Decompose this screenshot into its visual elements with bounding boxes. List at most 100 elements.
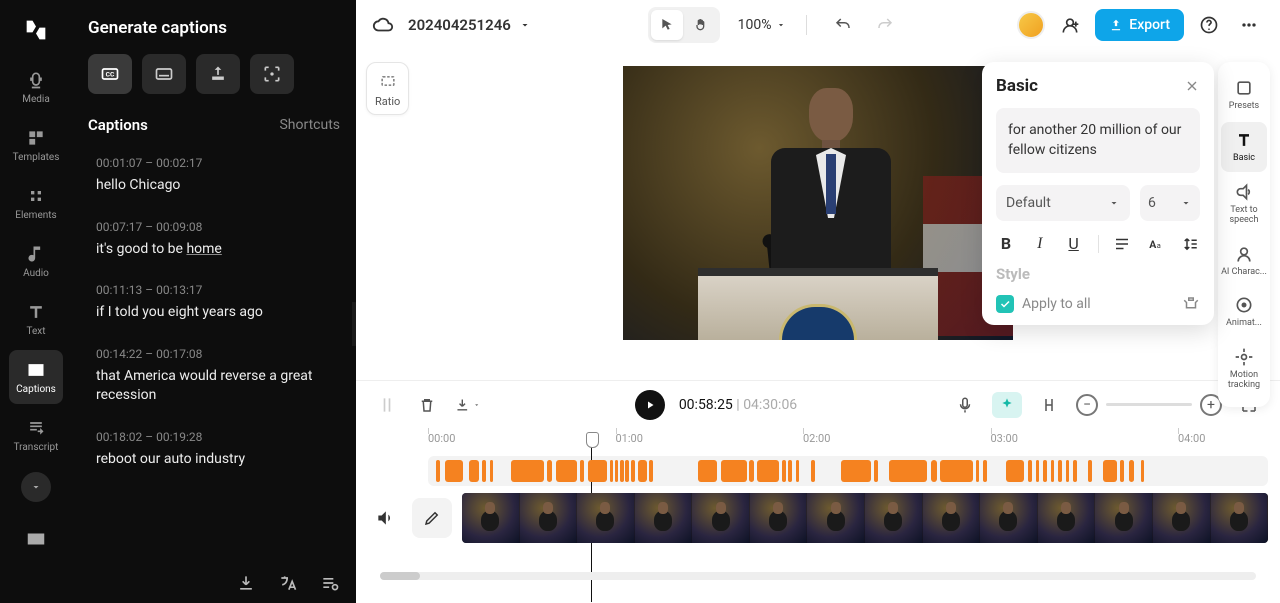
- caption-segment[interactable]: [1141, 460, 1145, 482]
- download-clip-button[interactable]: [454, 392, 480, 418]
- caption-segment[interactable]: [649, 460, 653, 482]
- help-button[interactable]: [1194, 10, 1224, 40]
- caption-item[interactable]: 00:18:02 – 00:19:28reboot our auto indus…: [88, 418, 340, 482]
- keyboard-shortcuts-icon[interactable]: [25, 528, 47, 550]
- nav-templates[interactable]: Templates: [9, 118, 63, 172]
- preview-zoom-select[interactable]: 100%: [738, 17, 786, 33]
- caption-text-input[interactable]: for another 20 million of our fellow cit…: [996, 108, 1200, 173]
- split-button[interactable]: [374, 392, 400, 418]
- caption-segment[interactable]: [610, 460, 614, 482]
- user-avatar[interactable]: [1017, 11, 1045, 39]
- caption-segment[interactable]: [1088, 460, 1092, 482]
- caption-segment[interactable]: [580, 460, 585, 482]
- more-menu-button[interactable]: [1234, 10, 1264, 40]
- caption-mode-subtitle-button[interactable]: [142, 54, 186, 94]
- caption-segment[interactable]: [625, 460, 629, 482]
- close-basic-panel-button[interactable]: [1184, 78, 1200, 94]
- caption-segment[interactable]: [788, 460, 792, 482]
- caption-segment[interactable]: [757, 460, 780, 482]
- caption-mode-upload-button[interactable]: [196, 54, 240, 94]
- invite-button[interactable]: [1055, 10, 1085, 40]
- right-rail-basic[interactable]: Basic: [1221, 122, 1267, 172]
- font-size-select[interactable]: 6: [1140, 185, 1200, 221]
- right-rail-motiontracking[interactable]: Motion tracking: [1221, 339, 1267, 399]
- timeline-ruler[interactable]: 00:0001:0002:0003:0004:00: [428, 432, 1268, 452]
- caption-item[interactable]: 00:01:07 – 00:02:17hello Chicago: [88, 144, 340, 208]
- caption-segment[interactable]: [490, 460, 494, 482]
- caption-segment[interactable]: [983, 460, 987, 482]
- apply-to-all-checkbox[interactable]: [996, 295, 1014, 313]
- caption-segment[interactable]: [631, 460, 635, 482]
- play-button[interactable]: [635, 390, 665, 420]
- caption-segment[interactable]: [445, 460, 464, 482]
- right-rail-animation[interactable]: Animat...: [1221, 287, 1267, 337]
- caption-segment[interactable]: [436, 460, 441, 482]
- project-name-dropdown[interactable]: 202404251246: [408, 16, 531, 34]
- bold-button[interactable]: B: [996, 234, 1016, 253]
- track-edit-button[interactable]: [412, 498, 452, 538]
- caption-segment[interactable]: [940, 460, 974, 482]
- caption-segment[interactable]: [482, 460, 486, 482]
- caption-item[interactable]: 00:14:22 – 00:17:08that America would re…: [88, 335, 340, 418]
- track-mute-button[interactable]: [368, 501, 402, 535]
- video-track[interactable]: [462, 493, 1268, 543]
- timeline-scrollbar[interactable]: [380, 572, 1256, 580]
- caption-segment[interactable]: [1051, 460, 1055, 482]
- caption-segment[interactable]: [556, 460, 577, 482]
- letter-case-button[interactable]: Aa: [1146, 233, 1166, 255]
- ratio-button[interactable]: Ratio: [366, 62, 409, 115]
- select-tool-button[interactable]: [651, 10, 683, 40]
- search-captions-icon[interactable]: [320, 573, 340, 593]
- caption-segment[interactable]: [889, 460, 927, 482]
- caption-mode-scan-button[interactable]: [250, 54, 294, 94]
- zoom-slider[interactable]: [1106, 403, 1192, 406]
- voiceover-button[interactable]: [952, 392, 978, 418]
- caption-segment[interactable]: [638, 460, 647, 482]
- align-button[interactable]: [1112, 233, 1132, 255]
- download-captions-icon[interactable]: [236, 573, 256, 593]
- magnetic-button[interactable]: [1036, 392, 1062, 418]
- caption-track[interactable]: [428, 456, 1268, 486]
- caption-segment[interactable]: [1028, 460, 1032, 482]
- caption-segment[interactable]: [1058, 460, 1062, 482]
- translate-captions-icon[interactable]: [278, 573, 298, 593]
- underline-button[interactable]: U: [1064, 234, 1084, 253]
- nav-elements[interactable]: Elements: [9, 176, 63, 230]
- caption-segment[interactable]: [1036, 460, 1040, 482]
- line-spacing-button[interactable]: [1180, 233, 1200, 255]
- caption-segment[interactable]: [1006, 460, 1025, 482]
- nav-expand-button[interactable]: [21, 472, 51, 502]
- timeline[interactable]: 00:0001:0002:0003:0004:00: [356, 428, 1280, 603]
- caption-segment[interactable]: [931, 460, 937, 482]
- caption-segment[interactable]: [811, 460, 816, 482]
- video-preview[interactable]: [623, 66, 1013, 340]
- caption-segment[interactable]: [469, 460, 480, 482]
- caption-segment[interactable]: [1120, 460, 1125, 482]
- caption-segment[interactable]: [1066, 460, 1070, 482]
- nav-transcript[interactable]: Transcript: [9, 408, 63, 462]
- nav-media[interactable]: Media: [9, 60, 63, 114]
- caption-segment[interactable]: [615, 460, 618, 482]
- right-rail-tts[interactable]: Text to speech: [1221, 174, 1267, 234]
- visibility-icon[interactable]: [1182, 295, 1200, 313]
- caption-segment[interactable]: [511, 460, 545, 482]
- shortcuts-link[interactable]: Shortcuts: [279, 117, 340, 133]
- caption-segment[interactable]: [721, 460, 747, 482]
- caption-segment[interactable]: [796, 460, 800, 482]
- caption-segment[interactable]: [841, 460, 871, 482]
- italic-button[interactable]: I: [1030, 235, 1050, 253]
- caption-segment[interactable]: [620, 460, 624, 482]
- nav-text[interactable]: Text: [9, 292, 63, 346]
- ai-tools-button[interactable]: [992, 392, 1022, 418]
- hand-tool-button[interactable]: [685, 10, 717, 40]
- zoom-out-button[interactable]: −: [1076, 394, 1098, 416]
- nav-audio[interactable]: Audio: [9, 234, 63, 288]
- font-family-select[interactable]: Default: [996, 185, 1130, 221]
- caption-segment[interactable]: [588, 460, 607, 482]
- caption-item[interactable]: 00:07:17 – 00:09:08it's good to be home: [88, 208, 340, 272]
- caption-segment[interactable]: [1129, 460, 1134, 482]
- nav-captions[interactable]: Captions: [9, 350, 63, 404]
- caption-segment[interactable]: [1043, 460, 1047, 482]
- caption-segment[interactable]: [1103, 460, 1117, 482]
- right-rail-presets[interactable]: Presets: [1221, 70, 1267, 120]
